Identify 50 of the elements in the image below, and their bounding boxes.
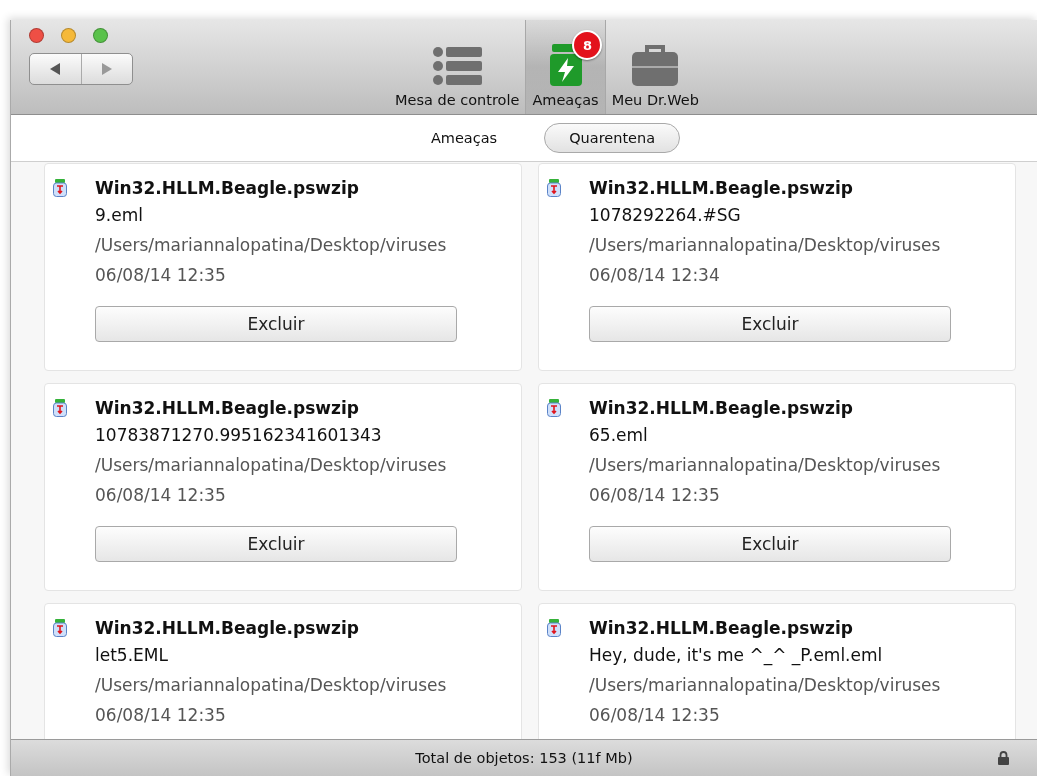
file-path: /Users/mariannalopatina/Desktop/viruses — [589, 454, 942, 477]
file-path: /Users/mariannalopatina/Desktop/viruses — [589, 234, 942, 257]
date-time: 06/08/14 12:35 — [589, 704, 721, 727]
file-path: /Users/mariannalopatina/Desktop/viruses — [95, 234, 448, 257]
threat-name: Win32.HLLM.Beagle.pswzip — [95, 617, 360, 640]
threat-name: Win32.HLLM.Beagle.pswzip — [589, 177, 854, 200]
jar-icon — [547, 179, 561, 197]
file-path: /Users/mariannalopatina/Desktop/viruses — [95, 454, 448, 477]
jar-icon — [53, 179, 67, 197]
lock-icon[interactable] — [998, 751, 1009, 765]
threat-name: Win32.HLLM.Beagle.pswzip — [589, 617, 854, 640]
jar-icon — [53, 399, 67, 417]
threat-name: Win32.HLLM.Beagle.pswzip — [589, 397, 854, 420]
delete-button[interactable]: Excluir — [589, 306, 951, 342]
status-text: Total de objetos: 153 (11f Mb) — [415, 750, 633, 766]
toolbar-tab[interactable]: Ameaças 8 — [525, 20, 606, 114]
minimize-button[interactable] — [61, 28, 76, 43]
file-name: 10783871270.995162341601343 — [95, 424, 383, 447]
jar-icon — [547, 619, 561, 637]
forward-button[interactable] — [99, 62, 114, 76]
zoom-button[interactable] — [93, 28, 108, 43]
date-time: 06/08/14 12:35 — [95, 484, 227, 507]
delete-button[interactable]: Excluir — [589, 526, 951, 562]
file-name: 1078292264.#SG — [589, 204, 742, 227]
date-time: 06/08/14 12:35 — [589, 484, 721, 507]
toolbar-tab[interactable]: Meu Dr.Web — [605, 20, 705, 114]
toolbar-tab[interactable]: Mesa de controle — [389, 20, 526, 114]
count-badge: 8 — [572, 30, 603, 60]
close-button[interactable] — [29, 28, 44, 43]
delete-button[interactable]: Excluir — [95, 526, 457, 562]
jar-icon — [547, 399, 561, 417]
delete-button[interactable]: Excluir — [95, 306, 457, 342]
segment-tab[interactable]: Quarentena — [544, 123, 681, 153]
jar-icon — [53, 619, 67, 637]
file-name: 65.eml — [589, 424, 649, 447]
file-name: 9.eml — [95, 204, 144, 227]
date-time: 06/08/14 12:35 — [95, 264, 227, 287]
file-path: /Users/mariannalopatina/Desktop/viruses — [589, 674, 942, 697]
threat-name: Win32.HLLM.Beagle.pswzip — [95, 177, 360, 200]
file-name: let5.EML — [95, 644, 169, 667]
date-time: 06/08/14 12:34 — [589, 264, 721, 287]
back-button[interactable] — [48, 62, 63, 76]
list-icon — [432, 46, 483, 86]
segment-tab[interactable]: Ameaças — [405, 123, 523, 153]
shield-bolt-icon — [547, 44, 584, 86]
date-time: 06/08/14 12:35 — [95, 704, 227, 727]
file-name: Hey, dude, it's me ^_^ _P.eml.eml — [589, 644, 884, 668]
file-path: /Users/mariannalopatina/Desktop/viruses — [95, 674, 448, 697]
threat-name: Win32.HLLM.Beagle.pswzip — [95, 397, 360, 420]
briefcase-icon — [630, 44, 681, 86]
